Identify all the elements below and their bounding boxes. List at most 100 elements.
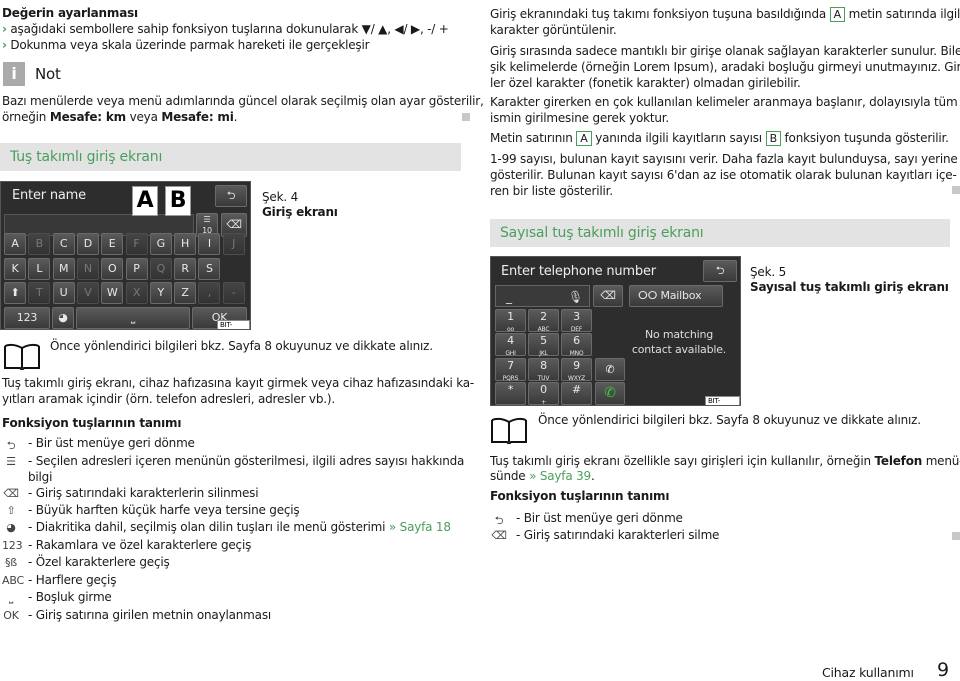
end-marker (952, 186, 960, 194)
function-icon: ⇧ (6, 504, 16, 517)
key-W[interactable]: W (101, 282, 124, 304)
callout-a: A (132, 186, 158, 216)
right-para-2a: Giriş sırasında sadece mantıklı bir giri… (490, 44, 960, 58)
delete-button[interactable]: ⌫ (593, 285, 623, 307)
key-I[interactable]: I (198, 233, 221, 255)
callout-b: B (165, 186, 191, 216)
microphone-icon: 🎙 (567, 290, 583, 304)
key-K[interactable]: K (4, 258, 26, 280)
phone-key-8[interactable]: 8 TUV (528, 357, 559, 382)
end-marker (462, 113, 470, 121)
phone-key-#[interactable]: # (561, 381, 592, 405)
right-para-1b: karakter görüntülenir. (490, 23, 617, 37)
right-para-5b: gösterilir. Bulunan kayıt sayısı 6'dan a… (490, 168, 957, 182)
phone-screenshot: Enter telephone number ⮌ _ 🎙 ⌫ ⵔⵔ Mailbox… (490, 256, 741, 406)
figure-code: BIT-0059 (217, 320, 250, 329)
intro-para-2: yıtları aramak içindir (örn. telefon adr… (2, 392, 335, 406)
function-item: - Büyük harften küçük harfe veya tersine… (28, 503, 300, 517)
key-Q[interactable]: Q (149, 258, 172, 280)
back-button[interactable]: ⮌ (703, 260, 737, 282)
key-L[interactable]: L (28, 258, 51, 280)
phone-key-1[interactable]: 1 oo (495, 309, 526, 333)
phone-key-0[interactable]: 0 + (528, 381, 559, 405)
key-H[interactable]: H (174, 233, 197, 255)
key-A[interactable]: A (4, 233, 26, 255)
key-P[interactable]: P (125, 258, 148, 280)
right-para-2c: ler özel karakter (fonetik karakter) olm… (490, 76, 801, 90)
book-icon (3, 340, 41, 372)
function-item: - Giriş satırındaki karakterleri silme (516, 528, 720, 542)
section-header-keyboard: Tuş takımlı giriş ekranı (0, 143, 461, 171)
function-keys-title: Fonksiyon tuşlarının tanımı (2, 416, 182, 430)
phone-key-5[interactable]: 5 JKL (528, 333, 559, 357)
phone-key-9[interactable]: 9 WXYZ (561, 357, 592, 382)
function-item: - Özel karakterlere geçiş (28, 555, 170, 569)
intro-para-1: Tuş takımlı giriş ekranı, cihaz hafızası… (2, 376, 475, 390)
key-N[interactable]: N (76, 258, 99, 280)
call-plus-button[interactable]: ✆ (595, 358, 625, 381)
function-key-list: ⮌ - Bir üst menüye geri dönme ☰ - Seçilen a… (2, 435, 464, 635)
function-item: - Giriş satırındaki karakterlerin silinm… (28, 486, 259, 500)
globe-icon[interactable]: ◕ (52, 307, 74, 329)
key-T[interactable]: T (28, 282, 51, 304)
section-header-numeric: Sayısal tuş takımlı giriş ekranı (490, 219, 950, 247)
phone-key-*[interactable]: * _ (495, 381, 526, 405)
bullet-2: › Dokunma veya skala üzerinde parmak har… (2, 38, 370, 52)
key-R[interactable]: R (174, 258, 197, 280)
note-title: Not (35, 65, 61, 83)
function-item: - Boşluk girme (28, 590, 112, 604)
mailbox-button[interactable]: ⵔⵔ Mailbox (629, 285, 723, 307)
page-link[interactable]: » Sayfa 18 (389, 520, 451, 534)
note-text-1: Bazı menülerde veya menü adımlarında gün… (2, 94, 484, 108)
right-para-3a: Karakter girerken en çok kullanılan keli… (490, 95, 958, 109)
page-number: 9 (937, 659, 949, 681)
key-X[interactable]: X (125, 282, 148, 304)
key-B[interactable]: B (28, 233, 51, 255)
function-item: - Harflere geçiş (28, 573, 117, 587)
key-S[interactable]: S (198, 258, 221, 280)
key-M[interactable]: M (52, 258, 75, 280)
back-button[interactable]: ⮌ (215, 185, 247, 207)
key-E[interactable]: E (101, 233, 124, 255)
input-title: Enter telephone number (501, 264, 656, 279)
figure-code: BIT-0139 (705, 396, 740, 405)
phone-key-6[interactable]: 6 MNO (561, 333, 592, 357)
function-icon: OK (3, 609, 19, 622)
right-para-5a: 1-99 sayısı, bulunan kayıt sayısını veri… (490, 152, 960, 166)
space-key[interactable]: ⎵ (76, 307, 190, 329)
key-V[interactable]: V (76, 282, 99, 304)
key-Z[interactable]: Z (174, 282, 197, 304)
key-Y[interactable]: Y (149, 282, 172, 304)
right-para-1a: Giriş ekranındaki tuş takımı fonksiyon t… (490, 7, 960, 22)
shift-key[interactable]: ⬆ (4, 282, 26, 304)
page-link[interactable]: » Sayfa 39 (529, 469, 591, 483)
function-icon: ABC (2, 574, 24, 587)
note-text-2: örneğin Mesafe: km veya Mesafe: mi. (2, 110, 238, 124)
key-D[interactable]: D (76, 233, 99, 255)
key--[interactable]: - (222, 282, 245, 304)
end-marker (952, 532, 960, 540)
figure-title: Sayısal tuş takımlı giriş ekranı (750, 280, 949, 294)
function-icon: ⮌ (6, 439, 16, 452)
setting-title: Değerin ayarlanması (2, 6, 138, 20)
phone-key-7[interactable]: 7 PQRS (495, 357, 526, 382)
phone-key-3[interactable]: 3 DEF (561, 309, 592, 333)
key-J[interactable]: J (222, 233, 245, 255)
phone-key-4[interactable]: 4 GHI (495, 333, 526, 357)
no-match-message: No matching contact available. (631, 328, 727, 356)
function-icon: §ß (4, 556, 18, 569)
info-icon: i (3, 62, 25, 86)
phone-key-2[interactable]: 2 ABC (528, 309, 559, 333)
key-G[interactable]: G (149, 233, 172, 255)
key-F[interactable]: F (125, 233, 148, 255)
numbers-key[interactable]: 123 (4, 307, 50, 329)
key-C[interactable]: C (52, 233, 75, 255)
key-U[interactable]: U (52, 282, 75, 304)
figure-number: Şek. 4 (262, 190, 299, 204)
function-item: - Bir üst menüye geri dönme (516, 511, 683, 525)
keyboard-screenshot: Enter name ⮌ ☰ 10 ⌫ A B ABCDEFGHIJKLMNOPQ… (0, 181, 251, 330)
key-O[interactable]: O (101, 258, 124, 280)
call-button[interactable]: ✆ (595, 382, 625, 405)
key-,[interactable]: , (198, 282, 221, 304)
phone-number-input[interactable]: _ 🎙 (495, 285, 590, 307)
